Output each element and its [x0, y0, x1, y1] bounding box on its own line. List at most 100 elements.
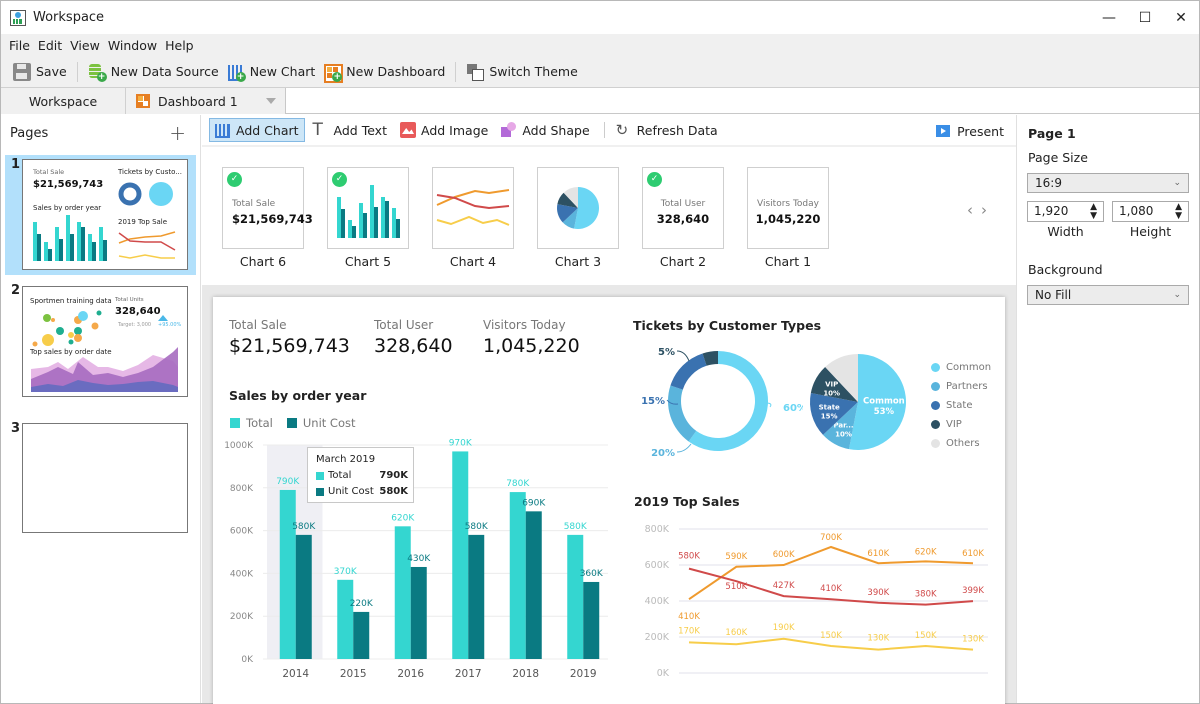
pages-header: Pages + [1, 115, 200, 151]
image-icon [400, 122, 416, 138]
chevron-left-icon[interactable]: ‹ [967, 201, 981, 219]
chart-card-3[interactable] [537, 167, 619, 249]
app-window: Workspace — ☐ ✕ File Edit View Window He… [0, 0, 1200, 704]
kpi-label: Total User [374, 318, 434, 332]
chart-card-2[interactable]: ✓ Total User 328,640 [642, 167, 724, 249]
x-tick-label: 2018 [512, 668, 539, 680]
bar-total [337, 579, 354, 659]
line-data-label: 427K [773, 581, 795, 591]
minimize-button[interactable]: — [1091, 1, 1127, 34]
text-icon: T [312, 120, 323, 140]
add-shape-button[interactable]: Add Shape [496, 118, 594, 142]
line-data-label: 410K [820, 584, 842, 594]
height-stepper[interactable]: 1,080 ▲ ▼ [1112, 201, 1189, 222]
switch-theme-button[interactable]: Switch Theme [462, 60, 581, 84]
new-dashboard-button[interactable]: + New Dashboard [319, 60, 449, 84]
menu-edit[interactable]: Edit [34, 38, 66, 53]
kpi-total-user[interactable]: Total User 328,640 [374, 318, 453, 357]
add-text-button[interactable]: T Add Text [308, 118, 392, 142]
chart-card-5[interactable]: ✓ [327, 167, 409, 249]
pie-slice-label: Par... [833, 421, 853, 429]
line-data-label: 170K [678, 626, 700, 636]
pie-chart: Common53%Par...10%State15%VIP10% [810, 354, 906, 450]
leader-line [676, 350, 690, 362]
app-logo-icon [10, 9, 26, 26]
present-icon [936, 125, 951, 137]
kpi-visitors-today[interactable]: Visitors Today 1,045,220 [483, 318, 580, 357]
add-chart-button[interactable]: Add Chart [209, 118, 305, 142]
bar-total [509, 492, 526, 659]
legend-dot [931, 382, 940, 391]
legend-label: State [946, 400, 973, 411]
tooltip-row-name: Total [328, 470, 352, 481]
legend-item: State [931, 396, 991, 415]
chart-card-4[interactable] [432, 167, 514, 249]
line-data-label: 380K [915, 590, 937, 600]
pie-chart-title: Tickets by Customer Types [633, 318, 822, 333]
chart-card-label: Chart 2 [659, 254, 707, 269]
add-image-button[interactable]: Add Image [395, 118, 493, 142]
menu-file[interactable]: File [5, 38, 34, 53]
thumb-graphics [33, 182, 176, 261]
line-chart-title: 2019 Top Sales [634, 494, 740, 509]
new-chart-button[interactable]: + New Chart [223, 60, 320, 84]
menu-window[interactable]: Window [104, 38, 161, 53]
tab-dropdown-icon[interactable] [265, 98, 276, 104]
card-kpi-title: Visitors Today [757, 199, 819, 209]
refresh-data-button[interactable]: ↻ Refresh Data [611, 118, 723, 142]
maximize-button[interactable]: ☐ [1127, 1, 1163, 34]
bar-data-label: 580K [564, 522, 588, 532]
stepper-arrows-icon[interactable]: ▲ ▼ [1175, 202, 1182, 221]
pages-title: Pages [10, 125, 49, 141]
present-button[interactable]: Present [936, 119, 1004, 143]
line-data-label: 410K [678, 612, 700, 622]
width-label: Width [1047, 224, 1084, 239]
y-tick-label: 600K [230, 527, 254, 537]
bar-total [452, 451, 469, 659]
chart-card-6[interactable]: ✓ Total Sale $21,569,743 [222, 167, 313, 249]
tooltip-row: Unit Cost 580K [316, 486, 408, 497]
page-thumbnail-2[interactable]: 2 Sportmen training data Total Units 328… [5, 281, 196, 401]
menu-view[interactable]: View [66, 38, 104, 53]
bar-total [279, 489, 296, 659]
kpi-value: 328,640 [374, 335, 453, 357]
y-tick-label: 1000K [224, 441, 254, 451]
tooltip-swatch [316, 471, 324, 480]
kpi-value: 1,045,220 [483, 335, 580, 357]
maximize-icon: ☐ [1138, 9, 1152, 26]
stepper-arrows-icon[interactable]: ▲ ▼ [1090, 202, 1097, 221]
chart-card-1[interactable]: Visitors Today 1,045,220 [747, 167, 829, 249]
bar-unit-cost [353, 611, 370, 659]
save-button[interactable]: Save [9, 60, 71, 84]
add-page-icon[interactable]: + [169, 121, 186, 145]
save-icon [13, 62, 31, 81]
kpi-total-sale[interactable]: Total Sale $21,569,743 [229, 318, 350, 357]
chevron-right-icon[interactable]: › [981, 201, 995, 219]
bar-data-label: 690K [522, 498, 546, 508]
tab-dashboard-1[interactable]: Dashboard 1 [126, 88, 286, 114]
background-select[interactable]: No Fill ⌄ [1027, 285, 1189, 305]
page-thumbnail-1[interactable]: 1 Total Sale $21,569,743 Tickets by Cust… [5, 155, 196, 275]
tab-workspace[interactable]: Workspace [1, 88, 126, 114]
window-controls: — ☐ ✕ [1091, 1, 1199, 34]
chart-card-label: Chart 5 [344, 254, 392, 269]
donut-slice-partners [668, 385, 697, 442]
y-tick-label: 800K [230, 484, 254, 494]
width-stepper[interactable]: 1,920 ▲ ▼ [1027, 201, 1104, 222]
y-tick-label: 200K [230, 612, 254, 622]
bar-data-label: 580K [292, 522, 316, 532]
bar-data-label: 790K [276, 477, 300, 487]
menu-help[interactable]: Help [161, 38, 198, 53]
leader-line [676, 443, 692, 453]
tooltip-title: March 2019 [316, 454, 376, 465]
bar-data-label: 220K [350, 599, 374, 609]
page-thumbnail-3[interactable]: 3 [5, 419, 196, 539]
close-button[interactable]: ✕ [1163, 1, 1199, 34]
legend-label: Partners [946, 381, 988, 392]
bar-data-label: 430K [407, 554, 431, 564]
new-data-source-button[interactable]: + New Data Source [84, 60, 223, 84]
page-size-select[interactable]: 16:9 ⌄ [1027, 173, 1189, 193]
pie-slice-label: Common [863, 396, 905, 406]
tooltip-swatch [316, 487, 324, 496]
height-value: 1,080 [1119, 204, 1154, 218]
